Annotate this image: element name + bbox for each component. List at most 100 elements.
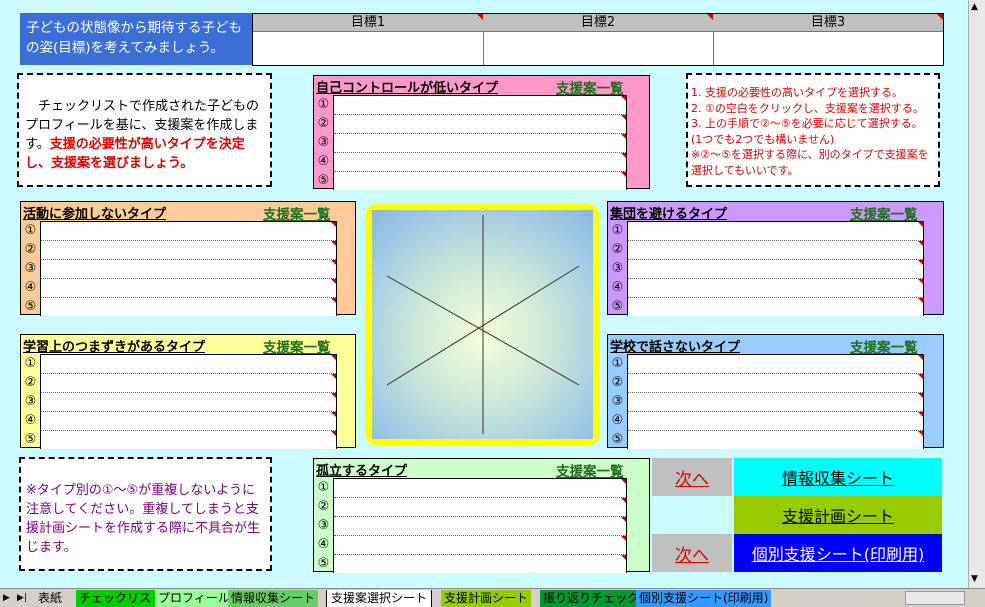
selection-cell[interactable] [334,498,626,517]
selection-cell[interactable] [41,241,336,260]
radar-chart-frame [365,203,600,446]
selection-cell[interactable] [628,412,923,431]
selection-cell[interactable] [41,431,336,449]
selection-cell[interactable] [41,260,336,279]
selection-cell[interactable] [334,153,626,172]
panel-title: 学習上のつまずきがあるタイプ [23,340,206,355]
panel-learning: 学習上のつまずきがあるタイプ 支援案一覧 ①②③④⑤ [20,334,356,449]
scroll-down-icon[interactable]: ▼ [971,574,978,584]
info-sheet-button[interactable]: 情報収集シート [734,458,942,496]
tab-plan-sheet[interactable]: 支援計画シート [441,590,532,607]
selection-cell[interactable] [41,412,336,431]
goal-1-input[interactable] [253,32,482,66]
tab-prev-icon[interactable]: ▶ [3,590,10,607]
selection-cell[interactable] [334,115,626,134]
next-button-2[interactable]: 次へ [652,534,732,572]
comment-marker-icon [621,479,626,484]
row-numbers: ①②③④⑤ [24,356,37,447]
next-button-1[interactable]: 次へ [652,458,732,496]
selection-cell[interactable] [41,374,336,393]
selection-rows [333,95,627,190]
selection-cell[interactable] [334,555,626,573]
selection-cell[interactable] [334,536,626,555]
tab-review-check[interactable]: 振り返りチェック [540,590,643,607]
tab-profile[interactable]: プロフィール [155,590,233,607]
comment-marker-icon [331,260,336,265]
plan-sheet-button[interactable]: 支援計画シート [734,496,942,534]
tab-checklist[interactable]: チェックリスト [76,590,167,607]
selection-cell[interactable] [41,393,336,412]
note-box: ※タイプ別の①～⑤が重複しないように注意してください。重複してしまうと支援計画シ… [19,457,272,571]
selection-cell[interactable] [628,279,923,298]
tab-support-selection[interactable]: 支援案選択シート [326,590,433,607]
tab-individual-sheet[interactable]: 個別支援シート(印刷用) [636,590,772,607]
support-list-link[interactable]: 支援案一覧 [263,203,331,223]
selection-cell[interactable] [334,517,626,536]
selection-rows [627,354,924,449]
row-numbers: ①②③④⑤ [611,356,624,447]
instructions-box: チェックリストで作成された子どものプロフィールを基に、支援案を作成します。支援の… [17,73,272,187]
selection-cell[interactable] [334,96,626,115]
horizontal-scrollbar[interactable] [905,591,965,605]
intro-banner: 子どもの状態像から期待する子どもの姿(目標)を考えてみましょう。 [20,13,252,65]
individual-sheet-label: 個別支援シート(印刷用) [751,545,925,564]
tab-info-sheet[interactable]: 情報収集シート [228,590,319,607]
row-numbers: ①②③④⑤ [317,480,330,571]
instructions-emphasis: 支援の必要性が高いタイプを決定し、支援案を選びましょう。 [25,137,245,171]
support-list-link[interactable]: 支援案一覧 [263,336,331,356]
next-label: 次へ [675,469,709,490]
comment-marker-icon [331,393,336,398]
comment-marker-icon [918,355,923,360]
selection-cell[interactable] [334,479,626,498]
comment-marker-icon [918,393,923,398]
comment-marker-icon [918,260,923,265]
panel-title: 活動に参加しないタイプ [23,207,167,222]
selection-cell[interactable] [41,355,336,374]
scroll-up-icon[interactable]: ▲ [971,2,978,12]
comment-marker-icon [621,536,626,541]
selection-cell[interactable] [628,260,923,279]
selection-cell[interactable] [41,222,336,241]
selection-cell[interactable] [628,222,923,241]
goals-table: 目標1 目標2 目標3 [252,13,944,66]
support-list-link[interactable]: 支援案一覧 [556,77,624,97]
comment-marker-icon [621,172,626,177]
panel-isolated: 孤立するタイプ 支援案一覧 ①②③④⑤ [313,458,650,573]
support-list-link[interactable]: 支援案一覧 [556,460,624,480]
support-list-link[interactable]: 支援案一覧 [850,203,918,223]
selection-cell[interactable] [628,374,923,393]
selection-cell[interactable] [628,393,923,412]
selection-cell[interactable] [628,355,923,374]
selection-cell[interactable] [628,431,923,449]
comment-marker-icon [937,14,943,20]
goal-2-input[interactable] [483,32,712,66]
tab-cover[interactable]: 表紙 [38,590,62,607]
comment-marker-icon [621,153,626,158]
comment-marker-icon [918,222,923,227]
radar-chart-axes [386,215,580,434]
comment-marker-icon [621,498,626,503]
goal-3-input[interactable] [713,32,943,66]
selection-rows [40,221,337,316]
panel-avoid-group: 集団を避けるタイプ 支援案一覧 ①②③④⑤ [607,201,944,316]
tab-last-icon[interactable]: ▶| [17,590,27,607]
vertical-scrollbar[interactable]: ▲ ▼ [968,0,985,588]
comment-marker-icon [331,241,336,246]
plan-sheet-label: 支援計画シート [781,507,894,526]
selection-cell[interactable] [628,298,923,316]
individual-sheet-button[interactable]: 個別支援シート(印刷用) [734,534,942,572]
selection-cell[interactable] [41,298,336,316]
selection-cell[interactable] [334,172,626,190]
selection-rows [40,354,337,449]
support-list-link[interactable]: 支援案一覧 [850,336,918,356]
radar-chart-area [372,210,593,439]
goal-3-header: 目標3 [713,14,943,32]
selection-cell[interactable] [628,241,923,260]
panel-title: 学校で話さないタイプ [610,340,741,355]
selection-cell[interactable] [41,279,336,298]
row-numbers: ①②③④⑤ [24,223,37,314]
selection-cell[interactable] [334,134,626,153]
panel-no-participation: 活動に参加しないタイプ 支援案一覧 ①②③④⑤ [20,201,356,316]
comment-marker-icon [621,96,626,101]
info-sheet-label: 情報収集シート [781,469,894,488]
